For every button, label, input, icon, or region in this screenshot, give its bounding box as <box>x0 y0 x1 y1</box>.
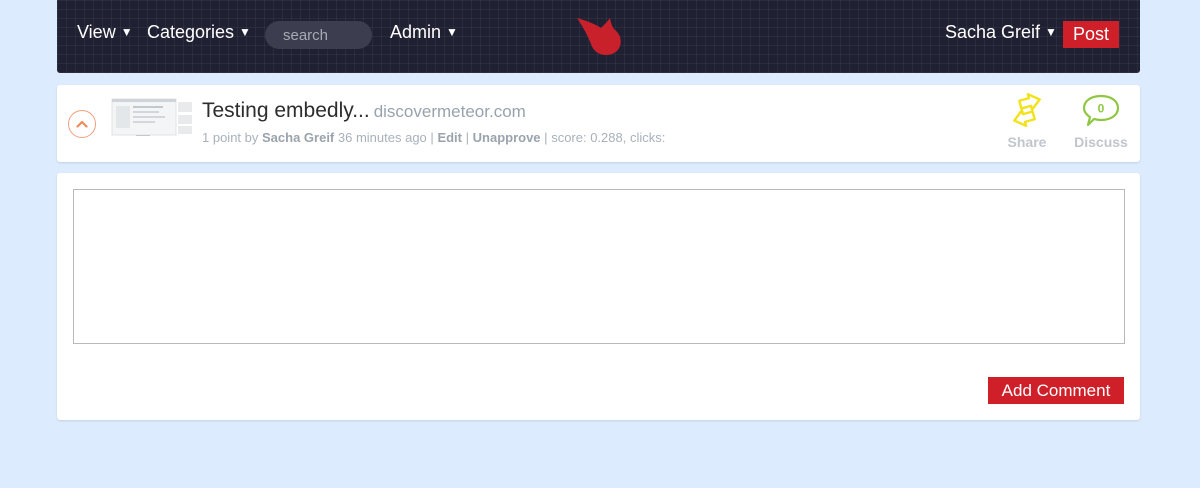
chevron-up-icon <box>76 120 88 128</box>
user-menu-label: Sacha Greif <box>945 22 1041 42</box>
comment-form: Add Comment <box>57 173 1140 420</box>
share-button[interactable]: Share <box>997 93 1057 150</box>
admin-menu-label: Admin <box>390 22 442 42</box>
separator: | <box>465 130 470 145</box>
unapprove-link[interactable]: Unapprove <box>473 130 541 145</box>
post-domain: discovermeteor.com <box>373 102 526 121</box>
share-label: Share <box>1007 134 1047 150</box>
comment-textarea[interactable] <box>73 189 1125 344</box>
score-text: score: 0.288, clicks: <box>551 130 666 145</box>
categories-menu-label: Categories <box>147 22 235 42</box>
comment-count: 0 <box>1098 102 1105 116</box>
view-menu-label: View <box>77 22 116 42</box>
categories-menu[interactable]: Categories ▼ <box>147 22 251 43</box>
top-navbar: View ▼ Categories ▼ Admin ▼ Sacha Greif ▼ Po… <box>57 0 1140 73</box>
author-link[interactable]: Sacha Greif <box>262 130 334 145</box>
points-text: 1 point by <box>202 130 259 145</box>
caret-down-icon: ▼ <box>239 25 251 39</box>
upvote-button[interactable] <box>68 110 96 138</box>
post-button[interactable]: Post <box>1063 21 1119 48</box>
post-item: Testing embedly... discovermeteor.com 1 p… <box>57 85 1140 162</box>
caret-down-icon: ▼ <box>1045 25 1057 39</box>
post-time: 36 minutes ago <box>337 130 427 145</box>
view-menu[interactable]: View ▼ <box>77 22 133 43</box>
add-comment-button[interactable]: Add Comment <box>988 377 1124 404</box>
discuss-button[interactable]: 0 Discuss <box>1071 93 1131 150</box>
admin-menu[interactable]: Admin ▼ <box>390 22 458 43</box>
separator: | <box>544 130 548 145</box>
post-meta: 1 point by Sacha Greif 36 minutes ago | … <box>202 130 665 145</box>
separator: | <box>430 130 434 145</box>
speech-bubble-icon: 0 <box>1082 94 1120 127</box>
caret-down-icon: ▼ <box>120 25 133 39</box>
post-title-line: Testing embedly... discovermeteor.com <box>202 99 526 123</box>
post-thumbnail[interactable] <box>106 98 192 138</box>
edit-link[interactable]: Edit <box>437 130 462 145</box>
share-arrows-icon <box>1013 93 1041 127</box>
flame-logo-icon[interactable] <box>575 15 623 57</box>
post-title-link[interactable]: Testing embedly... <box>202 99 370 122</box>
search-input[interactable] <box>265 21 372 49</box>
discuss-label: Discuss <box>1074 134 1128 150</box>
caret-down-icon: ▼ <box>446 25 458 39</box>
user-menu[interactable]: Sacha Greif ▼ <box>945 22 1057 43</box>
